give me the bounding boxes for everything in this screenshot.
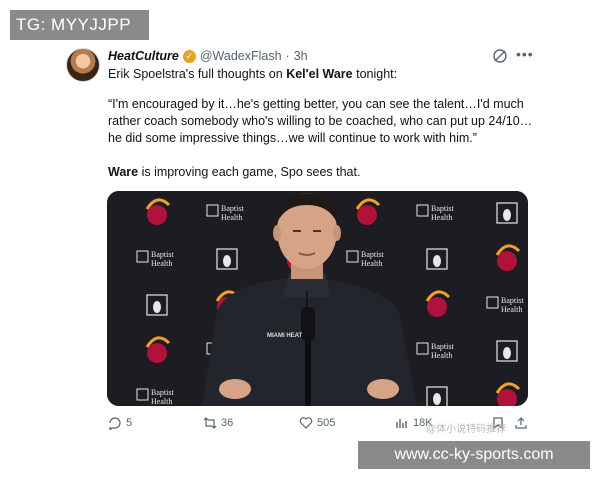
- press-conference-photo: BaptistHealthBaptistHealthBaptistHealthB…: [107, 191, 528, 406]
- sponsor-text: Health: [221, 213, 242, 222]
- tweet-summary: Ware is improving each game, Spo sees th…: [108, 165, 360, 179]
- jersey-logo-text: MIAMI HEAT: [267, 333, 303, 339]
- watermark-faint: @体小说特码推荐: [426, 424, 507, 435]
- sponsor-text: Baptist: [501, 296, 524, 305]
- like-icon: [299, 417, 313, 429]
- sponsor-text: Baptist: [151, 250, 174, 259]
- watermark-top: TG: MYYJJPP: [10, 10, 149, 40]
- line1-suffix: tonight:: [352, 67, 398, 81]
- repost-button[interactable]: 36: [203, 416, 233, 430]
- summary-bold: Ware: [108, 165, 139, 179]
- repost-icon: [203, 417, 217, 429]
- reply-button[interactable]: 5: [108, 416, 132, 430]
- like-button[interactable]: 505: [299, 416, 335, 430]
- sponsor-text: Health: [151, 397, 172, 406]
- share-icon: [515, 417, 527, 429]
- player-name: Kel'el Ware: [286, 67, 353, 81]
- grok-icon[interactable]: [492, 48, 508, 64]
- sponsor-text: Health: [501, 305, 522, 314]
- author-handle[interactable]: @WadexFlash: [200, 49, 282, 63]
- reply-icon: [109, 417, 121, 430]
- tweet-text-line1: Erik Spoelstra's full thoughts on Kel'el…: [108, 67, 397, 81]
- reply-count: 5: [126, 417, 133, 429]
- views-icon: [396, 419, 407, 428]
- repost-count: 36: [221, 417, 234, 429]
- more-icon[interactable]: •••: [516, 46, 534, 62]
- sponsor-text: Baptist: [361, 250, 384, 259]
- verified-icon: ✓: [182, 49, 196, 63]
- sponsor-text: Health: [431, 213, 452, 222]
- tweet-quote: “I'm encouraged by it…he's getting bette…: [108, 97, 533, 145]
- avatar[interactable]: [66, 48, 100, 82]
- sponsor-text: Health: [431, 351, 452, 360]
- author-name[interactable]: HeatCulture: [108, 49, 179, 63]
- sponsor-text: Baptist: [151, 388, 174, 397]
- timestamp[interactable]: 3h: [294, 49, 308, 63]
- tweet-media-image[interactable]: Baptist Health Baptist Health Baptist Health B…: [107, 191, 528, 406]
- sponsor-text: Baptist: [431, 204, 454, 213]
- sponsor-text: Health: [361, 259, 382, 268]
- line1-prefix: Erik Spoelstra's full thoughts on: [108, 67, 287, 81]
- sponsor-text: Baptist: [221, 204, 244, 213]
- share-button[interactable]: [514, 416, 528, 430]
- tweet-header: HeatCulture ✓ @WadexFlash · 3h: [108, 49, 308, 63]
- sponsor-text: Health: [151, 259, 172, 268]
- watermark-bottom: www.cc-ky-sports.com: [358, 441, 590, 469]
- separator: ·: [285, 49, 290, 63]
- like-count: 505: [317, 417, 336, 429]
- sponsor-text: Baptist: [431, 342, 454, 351]
- summary-rest: is improving each game, Spo sees that.: [138, 165, 361, 179]
- tweet-card[interactable]: HeatCulture ✓ @WadexFlash · 3h ••• Erik …: [64, 44, 544, 444]
